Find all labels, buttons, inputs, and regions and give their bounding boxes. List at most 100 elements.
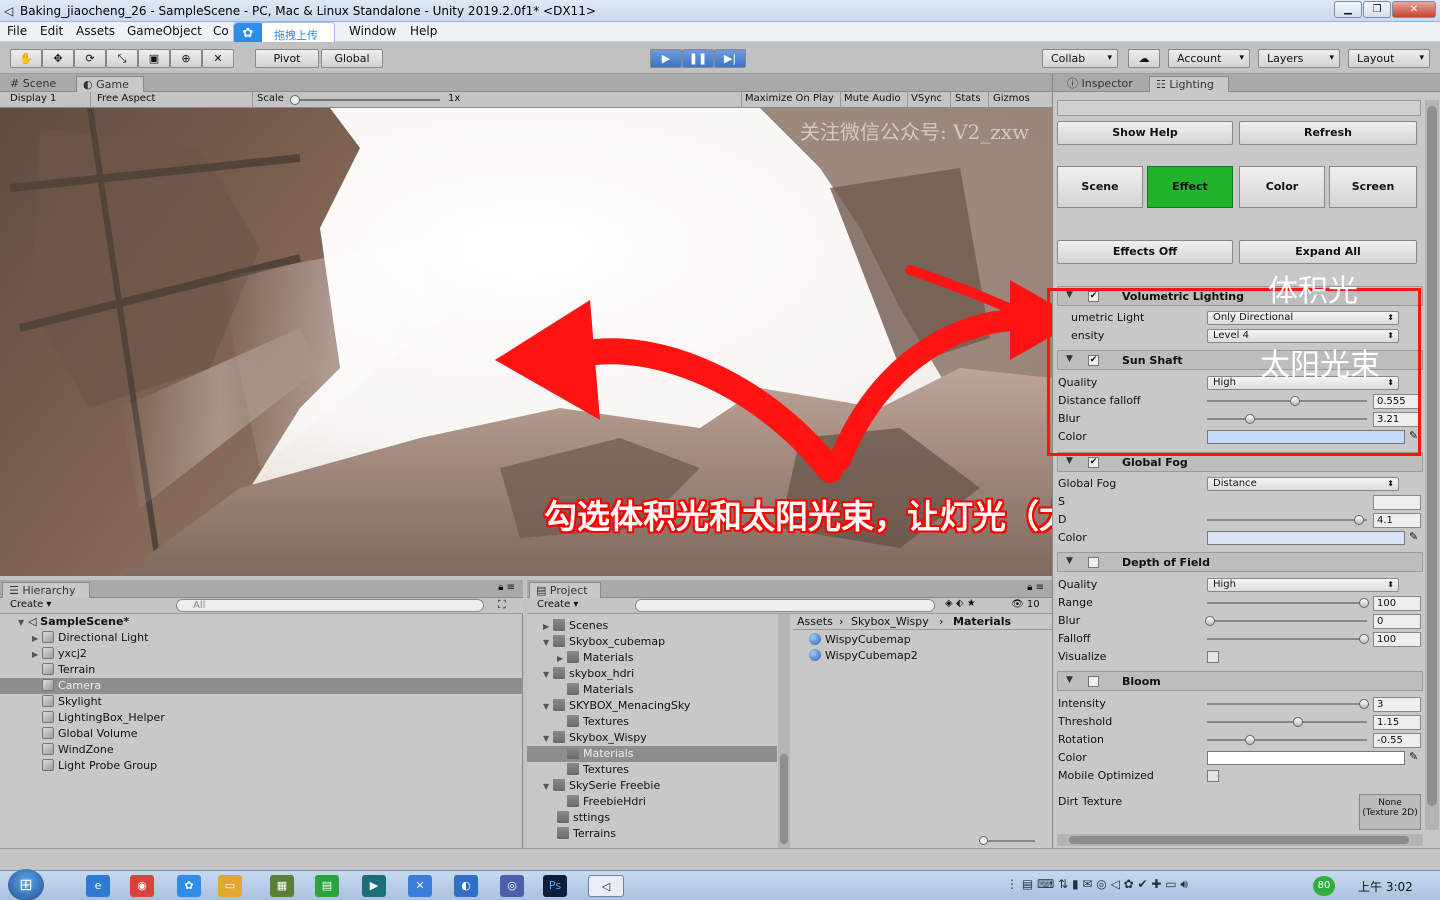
minimize-button[interactable]: ▁ (1334, 1, 1362, 18)
menu-file[interactable]: File (7, 24, 27, 38)
bloom-intensity-field[interactable]: 3 (1373, 697, 1421, 712)
tab-project[interactable]: ▤ Project (529, 582, 601, 598)
stats-toggle[interactable]: Stats (955, 93, 981, 104)
folder-item[interactable]: Terrains (557, 826, 616, 842)
bloom-header[interactable]: ▼ Bloom (1057, 671, 1423, 691)
vsync-toggle[interactable]: VSync (911, 93, 942, 104)
tray-icons[interactable]: ⋮ ▤ ⌨ ⇅ ▮ ✉ ◎ ◁ ✿ ✔ ✚ ▭ 🔊︎ (1006, 877, 1188, 892)
asset-item[interactable]: WispyCubemap2 (809, 648, 918, 664)
folder-item[interactable]: FreebieHdri (567, 794, 646, 810)
custom-tool-icon[interactable]: ✕ (202, 49, 234, 68)
scale-tool-icon[interactable]: ⤡ (106, 49, 138, 68)
clock[interactable]: 上午 3:02 (1358, 878, 1413, 895)
dof-quality-dropdown[interactable]: High (1207, 578, 1399, 592)
menu-window[interactable]: Window (349, 24, 396, 38)
list-item[interactable]: LightingBox_Helper (32, 710, 165, 726)
aspect-dropdown[interactable]: Free Aspect (97, 93, 155, 104)
bloom-threshold-slider[interactable] (1207, 715, 1367, 729)
fog-d-field[interactable]: 4.1 (1373, 513, 1421, 528)
list-item[interactable]: ▶ yxcj2 (32, 646, 87, 662)
gizmos-dropdown[interactable]: Gizmos (993, 93, 1030, 104)
maximize-on-play-toggle[interactable]: Maximize On Play (745, 93, 834, 104)
dof-falloff-slider[interactable] (1207, 632, 1369, 646)
tab-lighting[interactable]: ☷ Lighting (1149, 76, 1229, 92)
lock-icon[interactable]: 🔒︎ ≡ (498, 582, 515, 593)
step-button[interactable]: ▶| (714, 49, 746, 68)
dof-checkbox[interactable] (1088, 557, 1099, 568)
dirt-texture-slot[interactable]: None (Texture 2D) (1359, 794, 1421, 830)
transform-tool-icon[interactable]: ⊕ (170, 49, 202, 68)
inspector-hscrollbar[interactable] (1057, 834, 1423, 846)
folder-item-selected[interactable]: Materials (527, 746, 777, 762)
global-toggle[interactable]: Global (321, 49, 383, 68)
rotate-tool-icon[interactable]: ⟳ (74, 49, 106, 68)
menu-assets[interactable]: Assets (76, 24, 115, 38)
mode-scene-button[interactable]: Scene (1057, 166, 1143, 208)
hierarchy-search-input[interactable]: All (176, 599, 484, 612)
inspector-vscrollbar[interactable] (1425, 100, 1439, 830)
mobile-optimized-checkbox[interactable] (1207, 770, 1219, 782)
filter-icon[interactable]: ⛶ (498, 598, 506, 612)
menu-edit[interactable]: Edit (40, 24, 63, 38)
bloom-checkbox[interactable] (1088, 676, 1099, 687)
bloom-rotation-field[interactable]: -0.55 (1373, 733, 1421, 748)
project-search-input[interactable] (635, 599, 935, 612)
collapse-arrow-icon[interactable]: ▼ (1066, 456, 1073, 466)
refresh-button[interactable]: Refresh (1239, 121, 1417, 145)
dof-range-field[interactable]: 100 (1373, 596, 1421, 611)
move-tool-icon[interactable]: ✥ (42, 49, 74, 68)
folder-item[interactable]: ▼ skybox_hdri (543, 666, 634, 682)
dof-blur-field[interactable]: 0 (1373, 614, 1421, 629)
app-icon[interactable]: ◎ (500, 875, 524, 897)
effects-off-button[interactable]: Effects Off (1057, 240, 1233, 264)
tray-badge[interactable]: 80 (1313, 876, 1335, 896)
tab-hierarchy[interactable]: ☰ Hierarchy (2, 582, 90, 598)
list-item[interactable]: Light Probe Group (32, 758, 157, 774)
bloom-threshold-field[interactable]: 1.15 (1373, 715, 1421, 730)
project-tree-scroll-thumb[interactable] (780, 754, 788, 844)
list-item[interactable]: Global Volume (32, 726, 138, 742)
mute-audio-toggle[interactable]: Mute Audio (844, 93, 901, 104)
inspector-vscroll-thumb[interactable] (1427, 106, 1437, 806)
cloud-services-icon[interactable]: ☁ (1128, 49, 1160, 68)
folder-item[interactable]: ▼ SkySerie Freebie (543, 778, 660, 794)
chrome-icon[interactable]: ◉ (130, 875, 154, 897)
hand-tool-icon[interactable]: ✋ (10, 49, 42, 68)
icon-size-knob[interactable] (979, 836, 988, 845)
list-item[interactable]: WindZone (32, 742, 114, 758)
photoshop-icon[interactable]: Ps (543, 875, 567, 897)
collapse-arrow-icon[interactable]: ▼ (1066, 675, 1073, 685)
explorer-icon[interactable]: ▭ (218, 875, 242, 897)
account-dropdown[interactable]: Account (1168, 49, 1250, 68)
list-item-selected[interactable]: Camera (0, 678, 523, 694)
scale-slider-knob[interactable] (290, 95, 300, 105)
pause-button[interactable]: ❚❚ (682, 49, 714, 68)
tab-inspector[interactable]: ⓘ Inspector (1061, 76, 1139, 92)
pivot-toggle[interactable]: Pivot (255, 49, 319, 68)
scale-slider[interactable] (290, 95, 440, 105)
scene-root[interactable]: ▼ ◁ SampleScene* (18, 614, 129, 630)
list-item[interactable]: Skylight (32, 694, 102, 710)
app-icon[interactable]: ▶ (362, 875, 386, 897)
tab-game[interactable]: ◐ Game (76, 76, 144, 92)
app-icon[interactable]: ▦ (270, 875, 294, 897)
mode-color-button[interactable]: Color (1239, 166, 1325, 208)
collab-dropdown[interactable]: Collab (1042, 49, 1118, 68)
breadcrumb-materials[interactable]: Materials (953, 615, 1011, 628)
breadcrumb-assets[interactable]: Assets (797, 615, 833, 628)
app-icon[interactable]: ▤ (315, 875, 339, 897)
close-button[interactable]: ✕ (1392, 1, 1436, 18)
folder-item[interactable]: ▼ SKYBOX_MenacingSky (543, 698, 690, 714)
folder-item[interactable]: ▼ Skybox_Wispy (543, 730, 647, 746)
show-help-button[interactable]: Show Help (1057, 121, 1233, 145)
mode-effect-button[interactable]: Effect (1147, 166, 1233, 208)
eyedropper-icon[interactable]: ✎ (1409, 750, 1418, 763)
rect-tool-icon[interactable]: ▣ (138, 49, 170, 68)
expand-all-button[interactable]: Expand All (1239, 240, 1417, 264)
baidu-netdisk-icon[interactable]: ✿ (177, 875, 201, 897)
folder-item[interactable]: Textures (567, 762, 629, 778)
bloom-intensity-slider[interactable] (1207, 697, 1369, 711)
breadcrumb-skybox-wispy[interactable]: Skybox_Wispy (851, 615, 929, 628)
folder-item[interactable]: ▼ Skybox_cubemap (543, 634, 665, 650)
global-fog-checkbox[interactable]: ✔ (1088, 457, 1099, 468)
